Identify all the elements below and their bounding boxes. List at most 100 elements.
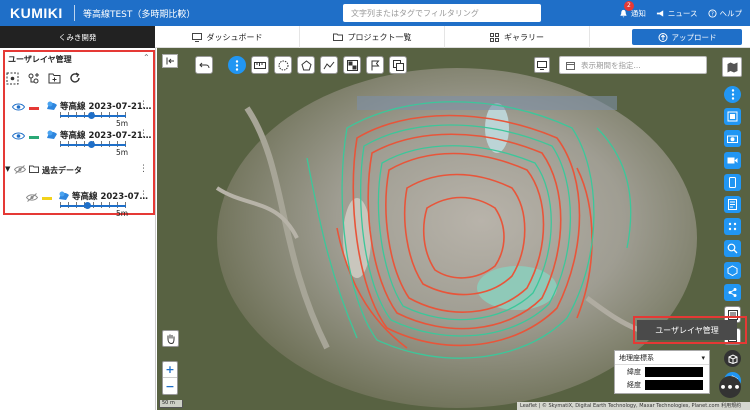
panel-title: ユーザレイヤ管理 (8, 55, 72, 64)
period-input[interactable]: 表示期間を指定... (559, 56, 707, 74)
folder-name: 過去データ (42, 166, 82, 175)
site-selector[interactable]: くみき開発 (0, 26, 155, 48)
more-horizontal-icon: ••• (719, 380, 741, 394)
copy-icon (392, 59, 404, 71)
interval-slider-track[interactable] (60, 205, 126, 207)
undo-button[interactable] (195, 56, 213, 74)
pentagon-icon (300, 59, 312, 70)
measure-distance-button[interactable] (251, 56, 269, 74)
tab-label: ギャラリー (504, 32, 544, 42)
box-icon (728, 353, 737, 364)
upload-button[interactable]: アップロード (632, 29, 742, 45)
user-layer-panel: ユーザレイヤ管理 ⌃ 等高線 2023-07-21… ⋮ 5m 等高線 2023… (0, 48, 156, 410)
polyline-button[interactable] (320, 56, 338, 74)
line-chart-icon (323, 61, 335, 69)
flag-icon (371, 60, 380, 70)
map-attribution[interactable]: Leaflet | © SkymatiX, Digital Earth Tech… (517, 402, 750, 410)
upload-label: アップロード (671, 32, 717, 42)
grid-section-icon (346, 59, 358, 71)
contour-layer-icon (59, 191, 69, 200)
select-all-icon[interactable] (5, 71, 19, 85)
undo-icon (198, 62, 209, 68)
scale-bar: 50 m (159, 400, 183, 408)
longitude-value-redacted (645, 379, 703, 390)
volume-button[interactable] (724, 350, 741, 367)
zoom-in-button[interactable]: + (163, 362, 177, 378)
map-view[interactable]: 表示期間を指定... ユーザレイヤ管理 + − 50 m 地理座標系 ▾ 緯度 … (157, 48, 750, 410)
caret-down-icon[interactable]: ▼ (5, 165, 10, 173)
nav-bar: くみき開発 ダッシュボード プロジェクト一覧 ギャラリー アップロード (0, 26, 750, 48)
contour-layer-icon (47, 130, 57, 139)
eye-icon[interactable] (12, 132, 25, 140)
basemap-button[interactable] (722, 57, 742, 77)
menu-button[interactable] (228, 56, 246, 74)
document-button[interactable] (724, 196, 741, 213)
layer-color-swatch (29, 136, 39, 139)
side-menu-button[interactable] (724, 86, 741, 103)
layer-name: 等高線 2023-07-21… (60, 102, 152, 112)
eye-off-icon[interactable] (26, 193, 38, 202)
pan-button[interactable] (162, 330, 179, 347)
longitude-row: 経度 (615, 378, 709, 391)
eye-off-icon[interactable] (14, 165, 26, 174)
panel-collapse-button[interactable] (162, 54, 178, 68)
pointcloud-button[interactable] (724, 218, 741, 235)
notify-button[interactable]: 2 通知 (619, 0, 646, 19)
more-vertical-icon[interactable]: ⋮ (139, 164, 148, 174)
cloud-upload-icon (658, 32, 667, 42)
flag-button[interactable] (366, 56, 384, 74)
layer-folder[interactable]: ▼ 過去データ ⋮ (0, 162, 155, 178)
zoom-out-button[interactable]: − (163, 378, 177, 394)
video-button[interactable] (724, 152, 741, 169)
area-icon (278, 60, 288, 70)
refresh-icon[interactable] (68, 71, 82, 85)
measure-area-button[interactable] (274, 56, 292, 74)
contour-layer-icon (47, 101, 57, 110)
search-layer-button[interactable] (724, 240, 741, 257)
tab-gallery[interactable]: ギャラリー (445, 26, 590, 48)
search-icon (727, 243, 738, 254)
ortho-layer-button[interactable] (724, 108, 741, 125)
tab-dashboard[interactable]: ダッシュボード (155, 26, 300, 48)
share-icon (728, 288, 737, 297)
tab-label: ダッシュボード (206, 32, 263, 42)
polygon-button[interactable] (297, 56, 315, 74)
help-label: ヘルプ (719, 8, 743, 18)
more-vertical-icon[interactable]: ⋮ (139, 190, 148, 200)
cross-section-button[interactable] (343, 56, 361, 74)
copy-button[interactable] (389, 56, 407, 74)
filter-search-input[interactable]: 文字列またはタグでフィルタリング (343, 4, 541, 22)
app-logo[interactable]: KUMIKI (0, 5, 74, 21)
more-options-button[interactable]: ••• (719, 376, 741, 398)
chevron-up-icon[interactable]: ⌃ (143, 53, 150, 62)
screen-compare-button[interactable] (534, 57, 550, 73)
layer-item[interactable]: 等高線 2023-07-21… ⋮ 5m (0, 125, 155, 161)
help-button[interactable]: ? ヘルプ (707, 8, 743, 19)
coord-system-select[interactable]: 地理座標系 ▾ (615, 351, 709, 365)
map-toolbar (195, 56, 407, 74)
camera-icon (727, 135, 738, 143)
cube-button[interactable] (724, 262, 741, 279)
more-vertical-icon[interactable]: ⋮ (139, 100, 148, 110)
mobile-button[interactable] (724, 174, 741, 191)
news-label: ニュース (667, 8, 698, 18)
interval-slider-knob[interactable] (84, 202, 91, 209)
photo-button[interactable] (724, 130, 741, 147)
interval-slider-knob[interactable] (88, 141, 95, 148)
eye-icon[interactable] (12, 103, 25, 111)
interval-slider-knob[interactable] (88, 112, 95, 119)
share-button[interactable] (724, 284, 741, 301)
layer-item[interactable]: 等高線 2023-07… ⋮ 5m (0, 186, 155, 222)
cube-icon (727, 265, 738, 276)
project-title: 等高線TEST（多時期比較） (83, 9, 196, 20)
add-folder-icon[interactable] (47, 71, 61, 85)
more-vertical-icon[interactable]: ⋮ (139, 129, 148, 139)
megaphone-icon (656, 9, 664, 17)
tab-project-list[interactable]: プロジェクト一覧 (300, 26, 445, 48)
more-vertical-icon (235, 59, 239, 71)
news-button[interactable]: ニュース (656, 8, 698, 19)
hand-icon (167, 334, 174, 344)
add-layer-icon[interactable] (26, 71, 40, 85)
top-bar: KUMIKI 等高線TEST（多時期比較） 文字列またはタグでフィルタリング 2… (0, 0, 750, 26)
svg-text:?: ? (710, 11, 713, 17)
